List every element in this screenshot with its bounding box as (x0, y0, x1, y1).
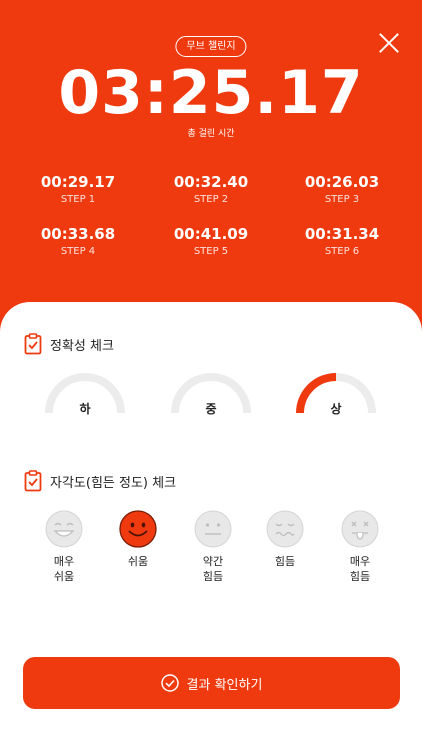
step-label: STEP 1 (60, 194, 96, 205)
step-2: 00:32.40 STEP 2 (141, 172, 281, 208)
exertion-section-title: 자각도(힘든 정도) 체크 (24, 470, 176, 492)
face-label: 힘듬 (274, 555, 296, 568)
face-label: 약간 힘듬 (202, 555, 224, 583)
step-label: STEP 4 (60, 246, 96, 257)
check-circle-icon (160, 674, 179, 692)
step-time: 00:31.34 (304, 225, 380, 243)
gauge-label: 하 (79, 402, 91, 416)
neutral-face-icon (194, 510, 232, 548)
step-time: 00:32.40 (173, 173, 249, 191)
step-5: 00:41.09 STEP 5 (141, 224, 281, 260)
gauge-label: 중 (205, 402, 217, 416)
step-time: 00:26.03 (304, 173, 380, 191)
exertion-option-very-easy[interactable]: 매우 쉬움 (34, 510, 94, 584)
exertion-option-very-hard[interactable]: 매우 힘듬 (330, 510, 390, 584)
face-label: 매우 쉬움 (53, 555, 75, 583)
step-label: STEP 2 (193, 194, 229, 205)
easy-face-icon (119, 510, 157, 548)
face-label: 쉬움 (127, 555, 149, 568)
total-time-label: 총 걸린 시간 (187, 129, 235, 139)
accuracy-section-title: 정확성 체크 (24, 333, 114, 355)
very-hard-face-icon (341, 510, 379, 548)
step-time: 00:33.68 (40, 225, 116, 243)
step-label: STEP 3 (324, 194, 360, 205)
confirm-button-label: 결과 확인하기 (186, 677, 263, 693)
accuracy-title: 정확성 체크 (50, 338, 114, 354)
gauge-label: 상 (330, 402, 342, 416)
very-easy-face-icon (45, 510, 83, 548)
step-time: 00:41.09 (173, 225, 249, 243)
step-3: 00:26.03 STEP 3 (272, 172, 412, 208)
exertion-title: 자각도(힘든 정도) 체크 (50, 475, 177, 491)
total-time: 03:25.17 (58, 58, 364, 128)
exertion-option-slightly-hard[interactable]: 약간 힘듬 (183, 510, 243, 584)
step-4: 00:33.68 STEP 4 (8, 224, 148, 260)
step-label: STEP 6 (324, 246, 360, 257)
exertion-option-easy[interactable]: 쉬움 (108, 510, 168, 569)
close-icon[interactable] (378, 32, 400, 54)
hard-face-icon (266, 510, 304, 548)
step-label: STEP 5 (193, 246, 229, 257)
face-label: 매우 힘듬 (349, 555, 371, 583)
accuracy-option-low[interactable]: 하 (44, 372, 126, 416)
confirm-results-button[interactable]: 결과 확인하기 (23, 657, 400, 709)
clipboard-check-icon (24, 470, 42, 492)
step-1: 00:29.17 STEP 1 (8, 172, 148, 208)
accuracy-option-mid[interactable]: 중 (170, 372, 252, 416)
exertion-option-hard[interactable]: 힘듬 (255, 510, 315, 569)
challenge-badge: 무브 챌린지 (175, 36, 247, 57)
header-panel: 무브 챌린지 03:25.17 총 걸린 시간 00:29.17 STEP 1 … (0, 0, 422, 330)
step-time: 00:29.17 (40, 173, 116, 191)
clipboard-check-icon (24, 333, 42, 355)
accuracy-option-high[interactable]: 상 (295, 372, 377, 416)
step-6: 00:31.34 STEP 6 (272, 224, 412, 260)
